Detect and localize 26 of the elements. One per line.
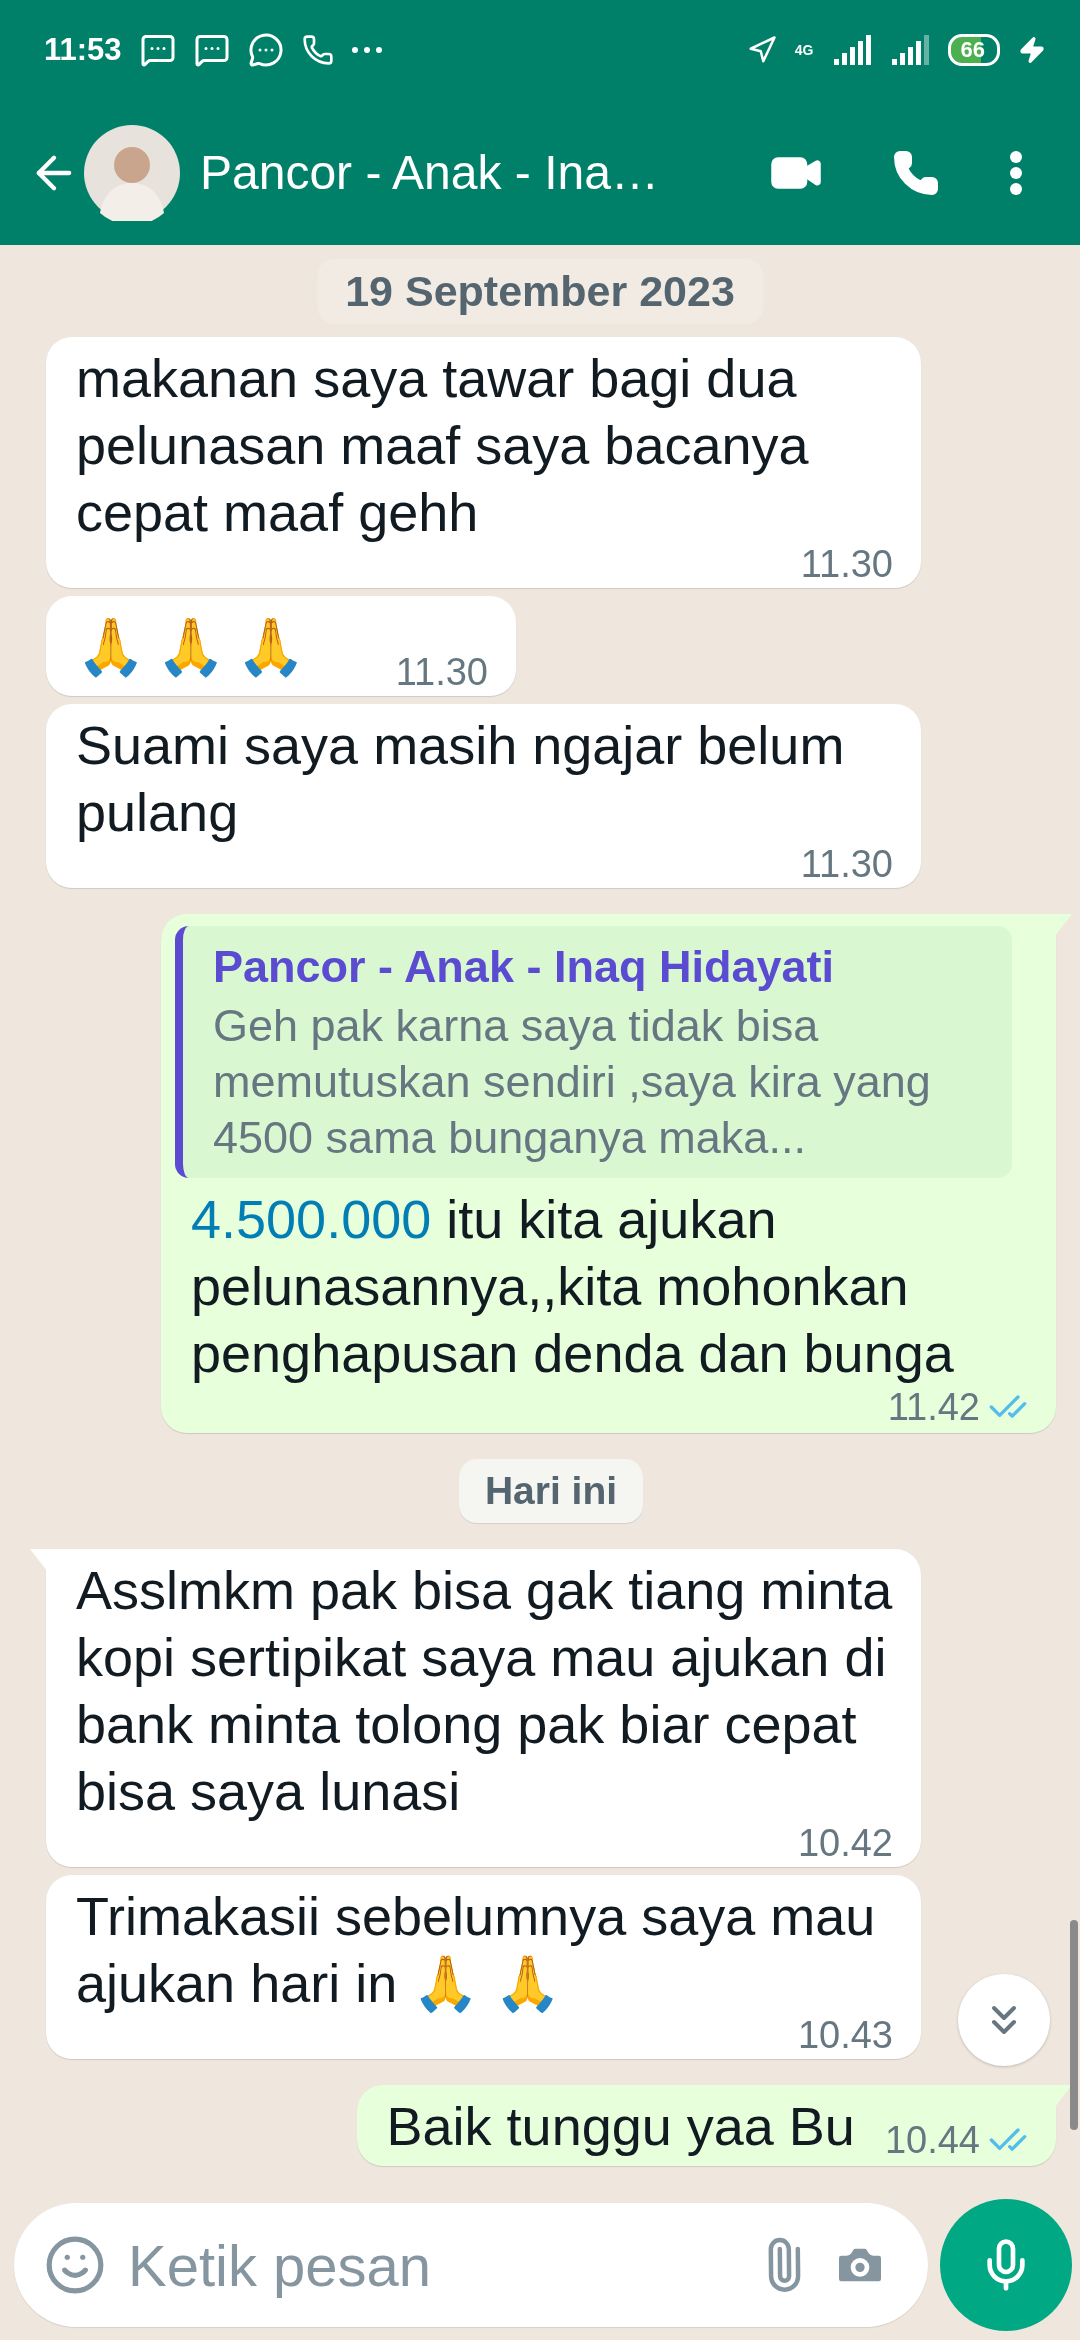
message-text: makanan saya tawar bagi dua pelunasan maaf saya bacanya cepat maaf gehh: [76, 347, 810, 544]
chat-title[interactable]: Pancor - Anak - Ina…: [200, 145, 736, 200]
clock: 11:53: [44, 32, 122, 68]
quote-author: Pancor - Anak - Inaq Hidayati: [213, 940, 835, 994]
message-field[interactable]: Ketik pesan: [14, 2203, 928, 2327]
message-time: 10.43: [797, 2017, 893, 2053]
network-type: 4G: [794, 42, 814, 58]
date-divider: Hari ini: [458, 1459, 644, 1523]
message-text: 4.500.000 itu kita ajukan pelunasannya,,kita mohonkan penghapusan denda dan bunga: [191, 1188, 955, 1385]
number-link[interactable]: 4.500.000: [191, 1189, 432, 1249]
quote-text: Geh pak karna saya tidak bisa memutuskan sendiri ,saya kira yang 4500 sama bunganya maka...: [213, 999, 932, 1165]
message-text: Baik tunggu yaa Bu: [386, 2095, 855, 2158]
message-text: Asslmkm pak bisa gak tiang minta kopi sertipikat saya mau ajukan di bank minta tolong pak biar cepat bisa saya lunasi: [76, 1559, 893, 1823]
message-text: Suami saya masih ngajar belum pulang: [76, 714, 846, 844]
message-input[interactable]: Ketik pesan: [128, 2231, 734, 2299]
quoted-message[interactable]: Pancor - Anak - Inaq Hidayati Geh pak karna saya tidak bisa memutuskan sendiri ,saya kira yang 4500 sama bunganya maka...: [175, 926, 1012, 1178]
message-time: 11.30: [395, 654, 488, 690]
message-time: 11.42: [887, 1389, 980, 1425]
battery-level: 66: [947, 34, 1000, 66]
message-time: 10.42: [797, 1825, 893, 1861]
message-text: Trimakasii sebelumnya saya mau ajukan hari in 🙏 🙏: [76, 1885, 877, 2015]
message-time: 10.44: [884, 2122, 980, 2158]
message-time: 11.30: [800, 846, 893, 882]
emoji-message: 🙏 🙏 🙏: [76, 613, 302, 681]
date-label: 19 September 2023: [317, 259, 763, 324]
message-time: 11.30: [800, 546, 893, 582]
